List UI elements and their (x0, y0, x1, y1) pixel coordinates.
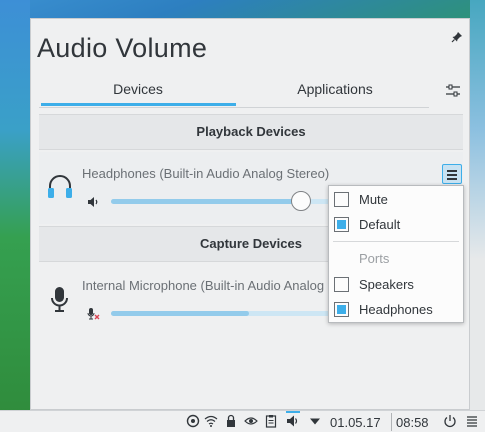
headphones-icon (48, 175, 72, 198)
hamburger-icon-line (447, 178, 457, 180)
tab-bar: Devices Applications (39, 77, 433, 109)
menu-item-label: Mute (359, 192, 388, 207)
menu-item-label: Speakers (359, 277, 414, 292)
show-desktop-icon[interactable] (465, 414, 479, 428)
playback-volume-handle[interactable] (291, 191, 311, 211)
microphone-icon (51, 287, 68, 312)
menu-item-port-headphones[interactable]: Headphones (329, 298, 463, 322)
desktop-wallpaper-right (470, 0, 485, 432)
clock-divider (391, 413, 392, 431)
playback-volume-fill (111, 199, 301, 204)
microphone-muted-icon[interactable] (86, 307, 100, 321)
tab-divider (39, 107, 429, 108)
pin-icon[interactable] (451, 31, 463, 43)
active-tray-indicator (286, 411, 300, 413)
menu-item-label: Headphones (359, 302, 433, 317)
taskbar: 01.05.17 08:58 (0, 410, 485, 432)
hamburger-icon-line (447, 170, 457, 172)
device-menu-button[interactable] (442, 164, 462, 184)
playback-device-name: Headphones (Built-in Audio Analog Stereo… (82, 166, 330, 181)
volume-icon[interactable] (286, 414, 300, 428)
device-context-menu: Mute Default Ports Speakers Headphones (328, 185, 464, 323)
clock-time[interactable]: 08:58 (396, 415, 429, 430)
port-checkbox[interactable] (334, 302, 349, 317)
ports-header: Ports (359, 251, 390, 266)
mute-checkbox[interactable] (334, 192, 349, 207)
clipboard-icon[interactable] (264, 414, 278, 428)
wifi-icon[interactable] (204, 414, 218, 428)
capture-volume-slider[interactable] (111, 311, 341, 316)
menu-item-default[interactable]: Default (329, 213, 463, 237)
settings-icon[interactable] (445, 83, 461, 99)
page-title: Audio Volume (37, 33, 208, 63)
menu-separator (333, 241, 459, 242)
active-tab-indicator (41, 103, 236, 106)
menu-item-mute[interactable]: Mute (329, 188, 463, 212)
port-checkbox[interactable] (334, 277, 349, 292)
menu-item-label: Default (359, 217, 401, 232)
expand-tray-icon[interactable] (308, 414, 322, 428)
lock-icon[interactable] (224, 414, 238, 428)
clock-date[interactable]: 01.05.17 (330, 415, 381, 430)
kdeconnect-icon[interactable] (186, 414, 200, 428)
section-header-playback: Playback Devices (39, 114, 463, 150)
tab-applications[interactable]: Applications (237, 77, 433, 109)
hamburger-icon-line (447, 174, 457, 176)
speaker-volume-icon[interactable] (86, 195, 100, 209)
eye-icon[interactable] (244, 414, 258, 428)
desktop-wallpaper (0, 0, 30, 432)
default-checkbox[interactable] (334, 217, 349, 232)
capture-volume-fill (111, 311, 249, 316)
power-icon[interactable] (443, 414, 457, 428)
menu-item-port-speakers[interactable]: Speakers (329, 273, 463, 297)
